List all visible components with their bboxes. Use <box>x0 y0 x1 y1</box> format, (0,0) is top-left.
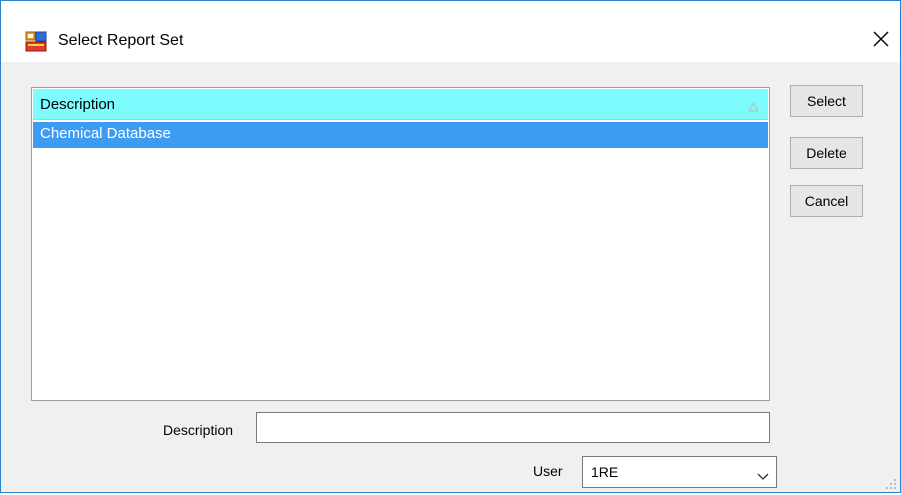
report-set-app-icon <box>25 30 47 52</box>
report-set-grid[interactable]: Description Chemical Database <box>31 87 770 401</box>
resize-grip-icon[interactable] <box>885 477 897 489</box>
description-label: Description <box>163 422 234 438</box>
description-field[interactable] <box>256 412 770 443</box>
user-label: User <box>533 463 563 479</box>
window-title: Select Report Set <box>58 32 184 49</box>
user-dropdown-value: 1RE <box>591 464 619 480</box>
chevron-down-icon <box>757 468 769 480</box>
user-dropdown[interactable]: 1RE <box>582 456 777 488</box>
sort-ascending-icon <box>748 99 759 112</box>
table-row[interactable]: Chemical Database <box>33 122 768 148</box>
cancel-button[interactable]: Cancel <box>790 185 863 217</box>
row-description: Chemical Database <box>40 125 171 142</box>
select-report-set-dialog: Select Report Set Description Chemical D… <box>0 0 901 493</box>
title-bar: Select Report Set <box>1 1 900 62</box>
delete-button[interactable]: Delete <box>790 137 863 169</box>
close-icon <box>873 31 889 52</box>
column-header-label: Description <box>40 96 116 113</box>
select-button[interactable]: Select <box>790 85 863 117</box>
close-button[interactable] <box>867 27 895 55</box>
column-header-description[interactable]: Description <box>33 89 768 120</box>
